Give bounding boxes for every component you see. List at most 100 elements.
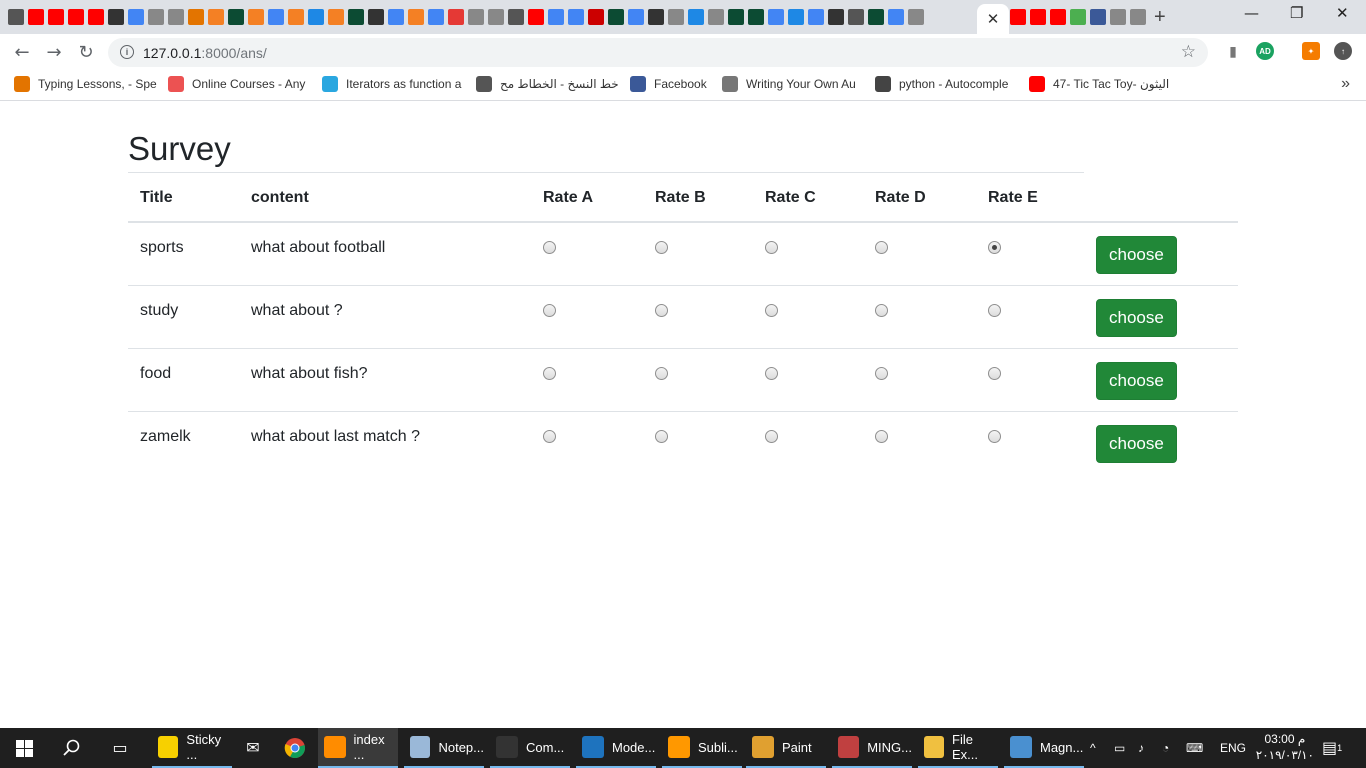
pinned-tab-favicon-icon[interactable] bbox=[308, 9, 324, 25]
pinned-tab-favicon-icon[interactable] bbox=[1050, 9, 1066, 25]
keyboard-icon[interactable]: ⌨ bbox=[1186, 728, 1203, 768]
extension-ad-icon[interactable]: AD bbox=[1256, 42, 1274, 60]
rate-e-radio[interactable] bbox=[988, 303, 1001, 317]
pinned-tab-favicon-icon[interactable] bbox=[1010, 9, 1026, 25]
rate-d-radio[interactable] bbox=[875, 303, 888, 317]
bookmark-item[interactable]: Typing Lessons, - Spe bbox=[14, 76, 157, 92]
taskbar-app[interactable]: Com... bbox=[490, 728, 570, 768]
task-view-icon[interactable]: ▭ bbox=[104, 728, 136, 768]
camera-icon[interactable]: ▮ bbox=[1224, 42, 1242, 60]
pinned-tab-favicon-icon[interactable] bbox=[208, 9, 224, 25]
active-tab[interactable]: ✕ bbox=[977, 4, 1009, 34]
pinned-tab-favicon-icon[interactable] bbox=[188, 9, 204, 25]
pinned-tab-favicon-icon[interactable] bbox=[668, 9, 684, 25]
pinned-tab-favicon-icon[interactable] bbox=[148, 9, 164, 25]
pinned-tab-favicon-icon[interactable] bbox=[428, 9, 444, 25]
pinned-tab-favicon-icon[interactable] bbox=[788, 9, 804, 25]
pinned-tab-favicon-icon[interactable] bbox=[28, 9, 44, 25]
pinned-tab-favicon-icon[interactable] bbox=[168, 9, 184, 25]
pinned-tab-favicon-icon[interactable] bbox=[708, 9, 724, 25]
pinned-tab-favicon-icon[interactable] bbox=[228, 9, 244, 25]
more-bookmarks-icon[interactable]: » bbox=[1341, 75, 1350, 93]
pinned-tab-favicon-icon[interactable] bbox=[568, 9, 584, 25]
battery-icon[interactable]: ▭ bbox=[1114, 728, 1125, 768]
rate-e-radio[interactable] bbox=[988, 366, 1001, 380]
pinned-tab-favicon-icon[interactable] bbox=[888, 9, 904, 25]
rate-d-radio[interactable] bbox=[875, 429, 888, 443]
taskbar-app[interactable]: Mode... bbox=[576, 728, 656, 768]
upload-icon[interactable]: ↑ bbox=[1334, 42, 1352, 60]
address-bar[interactable]: i 127.0.0.1:8000/ans/ ☆ bbox=[108, 38, 1208, 67]
rate-a-radio[interactable] bbox=[543, 366, 556, 380]
pinned-tab-favicon-icon[interactable] bbox=[468, 9, 484, 25]
volume-icon[interactable]: ♪ bbox=[1138, 728, 1144, 768]
bookmark-item[interactable]: Iterators as function a bbox=[322, 76, 461, 92]
pinned-tab-favicon-icon[interactable] bbox=[748, 9, 764, 25]
close-window-button[interactable]: ✕ bbox=[1336, 4, 1349, 22]
bookmark-item[interactable]: Facebook bbox=[630, 76, 707, 92]
pinned-tab-favicon-icon[interactable] bbox=[48, 9, 64, 25]
taskbar-app[interactable]: Notep... bbox=[404, 728, 484, 768]
pinned-tab-favicon-icon[interactable] bbox=[288, 9, 304, 25]
taskbar-app[interactable]: index ... bbox=[318, 728, 398, 768]
forward-icon[interactable]: → bbox=[42, 40, 66, 64]
pinned-tab-favicon-icon[interactable] bbox=[108, 9, 124, 25]
pinned-tab-favicon-icon[interactable] bbox=[1070, 9, 1086, 25]
pinned-tab-favicon-icon[interactable] bbox=[1090, 9, 1106, 25]
rate-c-radio[interactable] bbox=[765, 303, 778, 317]
pinned-tab-favicon-icon[interactable] bbox=[1130, 9, 1146, 25]
rate-d-radio[interactable] bbox=[875, 241, 888, 254]
pinned-tab-favicon-icon[interactable] bbox=[548, 9, 564, 25]
restore-button[interactable]: ❐ bbox=[1290, 4, 1303, 22]
pinned-tab-favicon-icon[interactable] bbox=[88, 9, 104, 25]
rate-c-radio[interactable] bbox=[765, 429, 778, 443]
pinned-tab-favicon-icon[interactable] bbox=[688, 9, 704, 25]
clock[interactable]: 03:00 م ٢٠١٩/٠٣/١٠ bbox=[1256, 731, 1314, 763]
bookmark-star-icon[interactable]: ☆ bbox=[1181, 42, 1196, 62]
rate-e-radio[interactable] bbox=[988, 241, 1001, 254]
pinned-tab-favicon-icon[interactable] bbox=[828, 9, 844, 25]
pinned-tab-favicon-icon[interactable] bbox=[588, 9, 604, 25]
bookmark-item[interactable]: Writing Your Own Au bbox=[722, 76, 856, 92]
pinned-tab-favicon-icon[interactable] bbox=[368, 9, 384, 25]
windows-start-icon[interactable] bbox=[0, 728, 48, 768]
bookmark-item[interactable]: 47- Tic Tac Toy- اليثون bbox=[1029, 76, 1169, 92]
pinned-tab-favicon-icon[interactable] bbox=[728, 9, 744, 25]
choose-button[interactable]: choose bbox=[1096, 236, 1177, 274]
wifi-icon[interactable]: ◔ bbox=[1162, 728, 1169, 768]
rate-d-radio[interactable] bbox=[875, 366, 888, 380]
pinned-tab-favicon-icon[interactable] bbox=[268, 9, 284, 25]
pinned-tab-favicon-icon[interactable] bbox=[408, 9, 424, 25]
pinned-tab-favicon-icon[interactable] bbox=[388, 9, 404, 25]
info-icon[interactable]: i bbox=[120, 45, 134, 59]
new-tab-button[interactable]: + bbox=[1154, 6, 1166, 29]
pinned-tab-favicon-icon[interactable] bbox=[528, 9, 544, 25]
taskbar-app[interactable]: Paint bbox=[746, 728, 826, 768]
taskbar-app[interactable]: Subli... bbox=[662, 728, 742, 768]
pinned-tab-favicon-icon[interactable] bbox=[248, 9, 264, 25]
pinned-tab-favicon-icon[interactable] bbox=[648, 9, 664, 25]
pinned-tab-favicon-icon[interactable] bbox=[808, 9, 824, 25]
rate-b-radio[interactable] bbox=[655, 303, 668, 317]
pinned-tab-favicon-icon[interactable] bbox=[488, 9, 504, 25]
reload-icon[interactable]: ↻ bbox=[74, 40, 98, 64]
rate-a-radio[interactable] bbox=[543, 241, 556, 254]
show-hidden-icons[interactable]: ^ bbox=[1090, 728, 1096, 768]
choose-button[interactable]: choose bbox=[1096, 298, 1177, 337]
taskbar-app[interactable]: MING... bbox=[832, 728, 912, 768]
taskbar-app[interactable]: Sticky ... bbox=[152, 728, 232, 768]
bookmark-item[interactable]: خط النسخ - الخطاط مح bbox=[476, 76, 619, 92]
rate-b-radio[interactable] bbox=[655, 366, 668, 380]
rate-a-radio[interactable] bbox=[543, 429, 556, 443]
notification-center-icon[interactable]: ▤ 1 bbox=[1322, 728, 1342, 768]
pinned-tab-favicon-icon[interactable] bbox=[348, 9, 364, 25]
back-icon[interactable]: ← bbox=[10, 40, 34, 64]
rate-e-radio[interactable] bbox=[988, 429, 1001, 443]
metamask-icon[interactable]: ✦ bbox=[1302, 42, 1320, 60]
minimize-button[interactable]: — bbox=[1244, 4, 1259, 22]
pinned-tab-favicon-icon[interactable] bbox=[628, 9, 644, 25]
bookmark-item[interactable]: python - Autocomple bbox=[875, 76, 1008, 92]
taskbar-app[interactable]: Magn... bbox=[1004, 728, 1084, 768]
pinned-tab-favicon-icon[interactable] bbox=[448, 9, 464, 25]
choose-button[interactable]: choose bbox=[1096, 361, 1177, 400]
